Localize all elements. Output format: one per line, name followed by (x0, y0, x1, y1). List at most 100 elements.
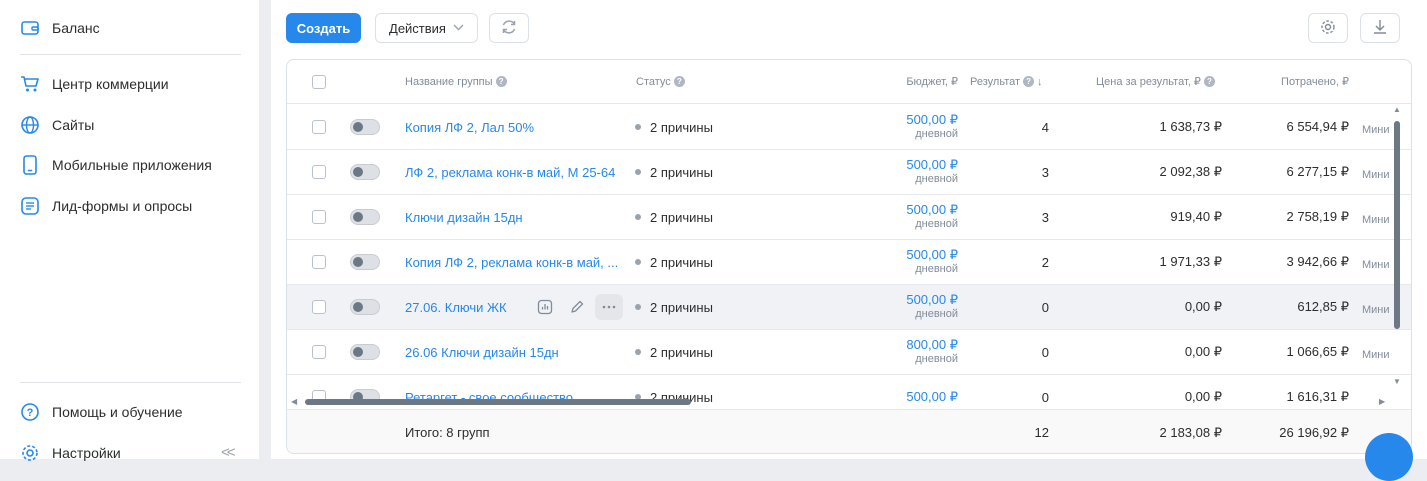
download-button[interactable] (1360, 13, 1400, 43)
sidebar-divider (20, 382, 241, 383)
status-text[interactable]: 2 причины (650, 300, 713, 315)
result-value: 4 (1041, 119, 1049, 135)
table-row[interactable]: 27.06. Ключи ЖК 2 причины 500,00 ₽ дневн… (287, 285, 1411, 330)
status-text[interactable]: 2 причины (650, 165, 713, 180)
scroll-left-icon[interactable]: ◀ (291, 397, 297, 406)
group-name-link[interactable]: ЛФ 2, реклама конк-в май, М 25-64 (405, 165, 615, 180)
select-all-checkbox[interactable] (312, 74, 326, 89)
vertical-scroll-thumb[interactable] (1394, 121, 1400, 329)
extra-column-value: Мини (1362, 168, 1390, 181)
table-row[interactable]: 26.06 Ключи дизайн 15дн 2 причины 800,00… (287, 330, 1411, 375)
more-icon[interactable] (595, 294, 623, 320)
sidebar-item-label: Мобильные приложения (52, 157, 212, 173)
price-value: 2 092,38 ₽ (1159, 164, 1223, 179)
scroll-right-icon[interactable]: ▶ (1379, 397, 1385, 406)
status-dot-icon (635, 169, 641, 175)
row-checkbox[interactable] (312, 165, 326, 179)
table-row[interactable]: Ключи дизайн 15дн 2 причины 500,00 ₽ дне… (287, 195, 1411, 240)
status-text[interactable]: 2 причины (650, 255, 713, 270)
svg-text:?: ? (27, 407, 34, 419)
status-toggle[interactable] (350, 119, 380, 135)
group-name-link[interactable]: 26.06 Ключи дизайн 15дн (405, 345, 559, 360)
table-settings-button[interactable] (1308, 13, 1348, 43)
status-toggle[interactable] (350, 164, 380, 180)
header-budget[interactable]: Бюджет, ₽ (877, 60, 958, 103)
download-icon (1372, 19, 1388, 38)
budget-amount[interactable]: 500,00 ₽ (906, 293, 958, 307)
header-result[interactable]: Результат? ↓ (970, 60, 1043, 103)
table-row[interactable]: Копия ЛФ 2, реклама конк-в май, ... 2 пр… (287, 240, 1411, 285)
budget-amount[interactable]: 500,00 ₽ (906, 158, 958, 172)
header-spent[interactable]: Потрачено, ₽ (1247, 60, 1349, 103)
price-value: 0,00 ₽ (1184, 299, 1222, 314)
sidebar-item-help[interactable]: ? Помощь и обучение (20, 400, 183, 424)
result-value: 0 (1041, 299, 1049, 315)
refresh-button[interactable] (489, 13, 529, 43)
scroll-up-icon[interactable]: ▲ (1393, 105, 1401, 114)
spent-value: 3 942,66 ₽ (1286, 254, 1350, 269)
extra-column-value: Мини (1362, 348, 1390, 361)
spent-value: 2 758,19 ₽ (1286, 209, 1350, 224)
status-text[interactable]: 2 причины (650, 120, 713, 135)
sidebar-item-leadforms[interactable]: Лид-формы и опросы (20, 194, 192, 218)
help-icon[interactable]: ? (1023, 76, 1035, 87)
sidebar-item-label: Помощь и обучение (52, 404, 183, 420)
status-text[interactable]: 2 причины (650, 210, 713, 225)
result-value: 2 (1041, 254, 1049, 270)
group-name-link[interactable]: Ключи дизайн 15дн (405, 210, 523, 225)
price-value: 919,40 ₽ (1170, 209, 1222, 224)
status-toggle[interactable] (350, 299, 380, 315)
help-icon[interactable]: ? (673, 76, 685, 87)
row-checkbox[interactable] (312, 345, 326, 359)
table-row[interactable]: Копия ЛФ 2, Лал 50% 2 причины 500,00 ₽ д… (287, 105, 1411, 150)
status-dot-icon (635, 124, 641, 130)
vertical-scrollbar[interactable]: ▲ ▼ (1390, 105, 1404, 395)
sidebar-item-commerce[interactable]: Центр коммерции (20, 72, 169, 96)
stats-icon[interactable] (531, 294, 559, 320)
sidebar-item-label: Лид-формы и опросы (52, 198, 193, 214)
row-checkbox[interactable] (312, 120, 326, 134)
collapse-sidebar-button[interactable]: << (221, 444, 235, 461)
status-toggle[interactable] (350, 254, 380, 270)
horizontal-scroll-thumb[interactable] (305, 399, 691, 405)
row-checkbox[interactable] (312, 255, 326, 269)
edit-icon[interactable] (563, 294, 591, 320)
sidebar-item-sites[interactable]: Сайты (20, 113, 94, 137)
price-value: 0,00 ₽ (1184, 344, 1222, 359)
status-toggle[interactable] (350, 344, 380, 360)
header-status[interactable]: Статус? (636, 60, 685, 103)
budget-period: дневной (915, 218, 958, 230)
header-name[interactable]: Название группы? (405, 60, 507, 103)
help-icon: ? (20, 402, 40, 422)
group-name-link[interactable]: Копия ЛФ 2, реклама конк-в май, ... (405, 255, 618, 270)
spent-value: 1 066,65 ₽ (1286, 344, 1350, 359)
status-dot-icon (635, 214, 641, 220)
spent-value: 6 277,15 ₽ (1286, 164, 1350, 179)
budget-amount[interactable]: 800,00 ₽ (906, 338, 958, 352)
footer-price: 2 183,08 ₽ (1159, 424, 1223, 440)
table-row[interactable]: ЛФ 2, реклама конк-в май, М 25-64 2 прич… (287, 150, 1411, 195)
horizontal-scrollbar[interactable]: ◀ ▶ (287, 396, 1393, 408)
sidebar-item-balance[interactable]: Баланс (20, 16, 100, 40)
row-checkbox[interactable] (312, 300, 326, 314)
actions-dropdown[interactable]: Действия (375, 13, 478, 43)
sidebar-item-settings[interactable]: Настройки (20, 441, 121, 465)
budget-amount[interactable]: 500,00 ₽ (906, 113, 958, 127)
chat-support-button[interactable] (1365, 433, 1413, 481)
header-price[interactable]: Цена за результат, ₽? (1096, 60, 1215, 103)
status-text[interactable]: 2 причины (650, 345, 713, 360)
budget-period: дневной (915, 263, 958, 275)
spent-value: 612,85 ₽ (1297, 299, 1349, 314)
cart-icon (20, 74, 40, 94)
group-name-link[interactable]: Копия ЛФ 2, Лал 50% (405, 120, 534, 135)
sidebar-item-apps[interactable]: Мобильные приложения (20, 153, 212, 177)
scroll-down-icon[interactable]: ▼ (1393, 377, 1401, 386)
budget-amount[interactable]: 500,00 ₽ (906, 203, 958, 217)
budget-amount[interactable]: 500,00 ₽ (906, 248, 958, 262)
row-checkbox[interactable] (312, 210, 326, 224)
help-icon[interactable]: ? (495, 76, 507, 87)
group-name-link[interactable]: 27.06. Ключи ЖК (405, 300, 507, 315)
status-toggle[interactable] (350, 209, 380, 225)
create-button[interactable]: Создать (286, 13, 361, 43)
help-icon[interactable]: ? (1203, 76, 1215, 87)
